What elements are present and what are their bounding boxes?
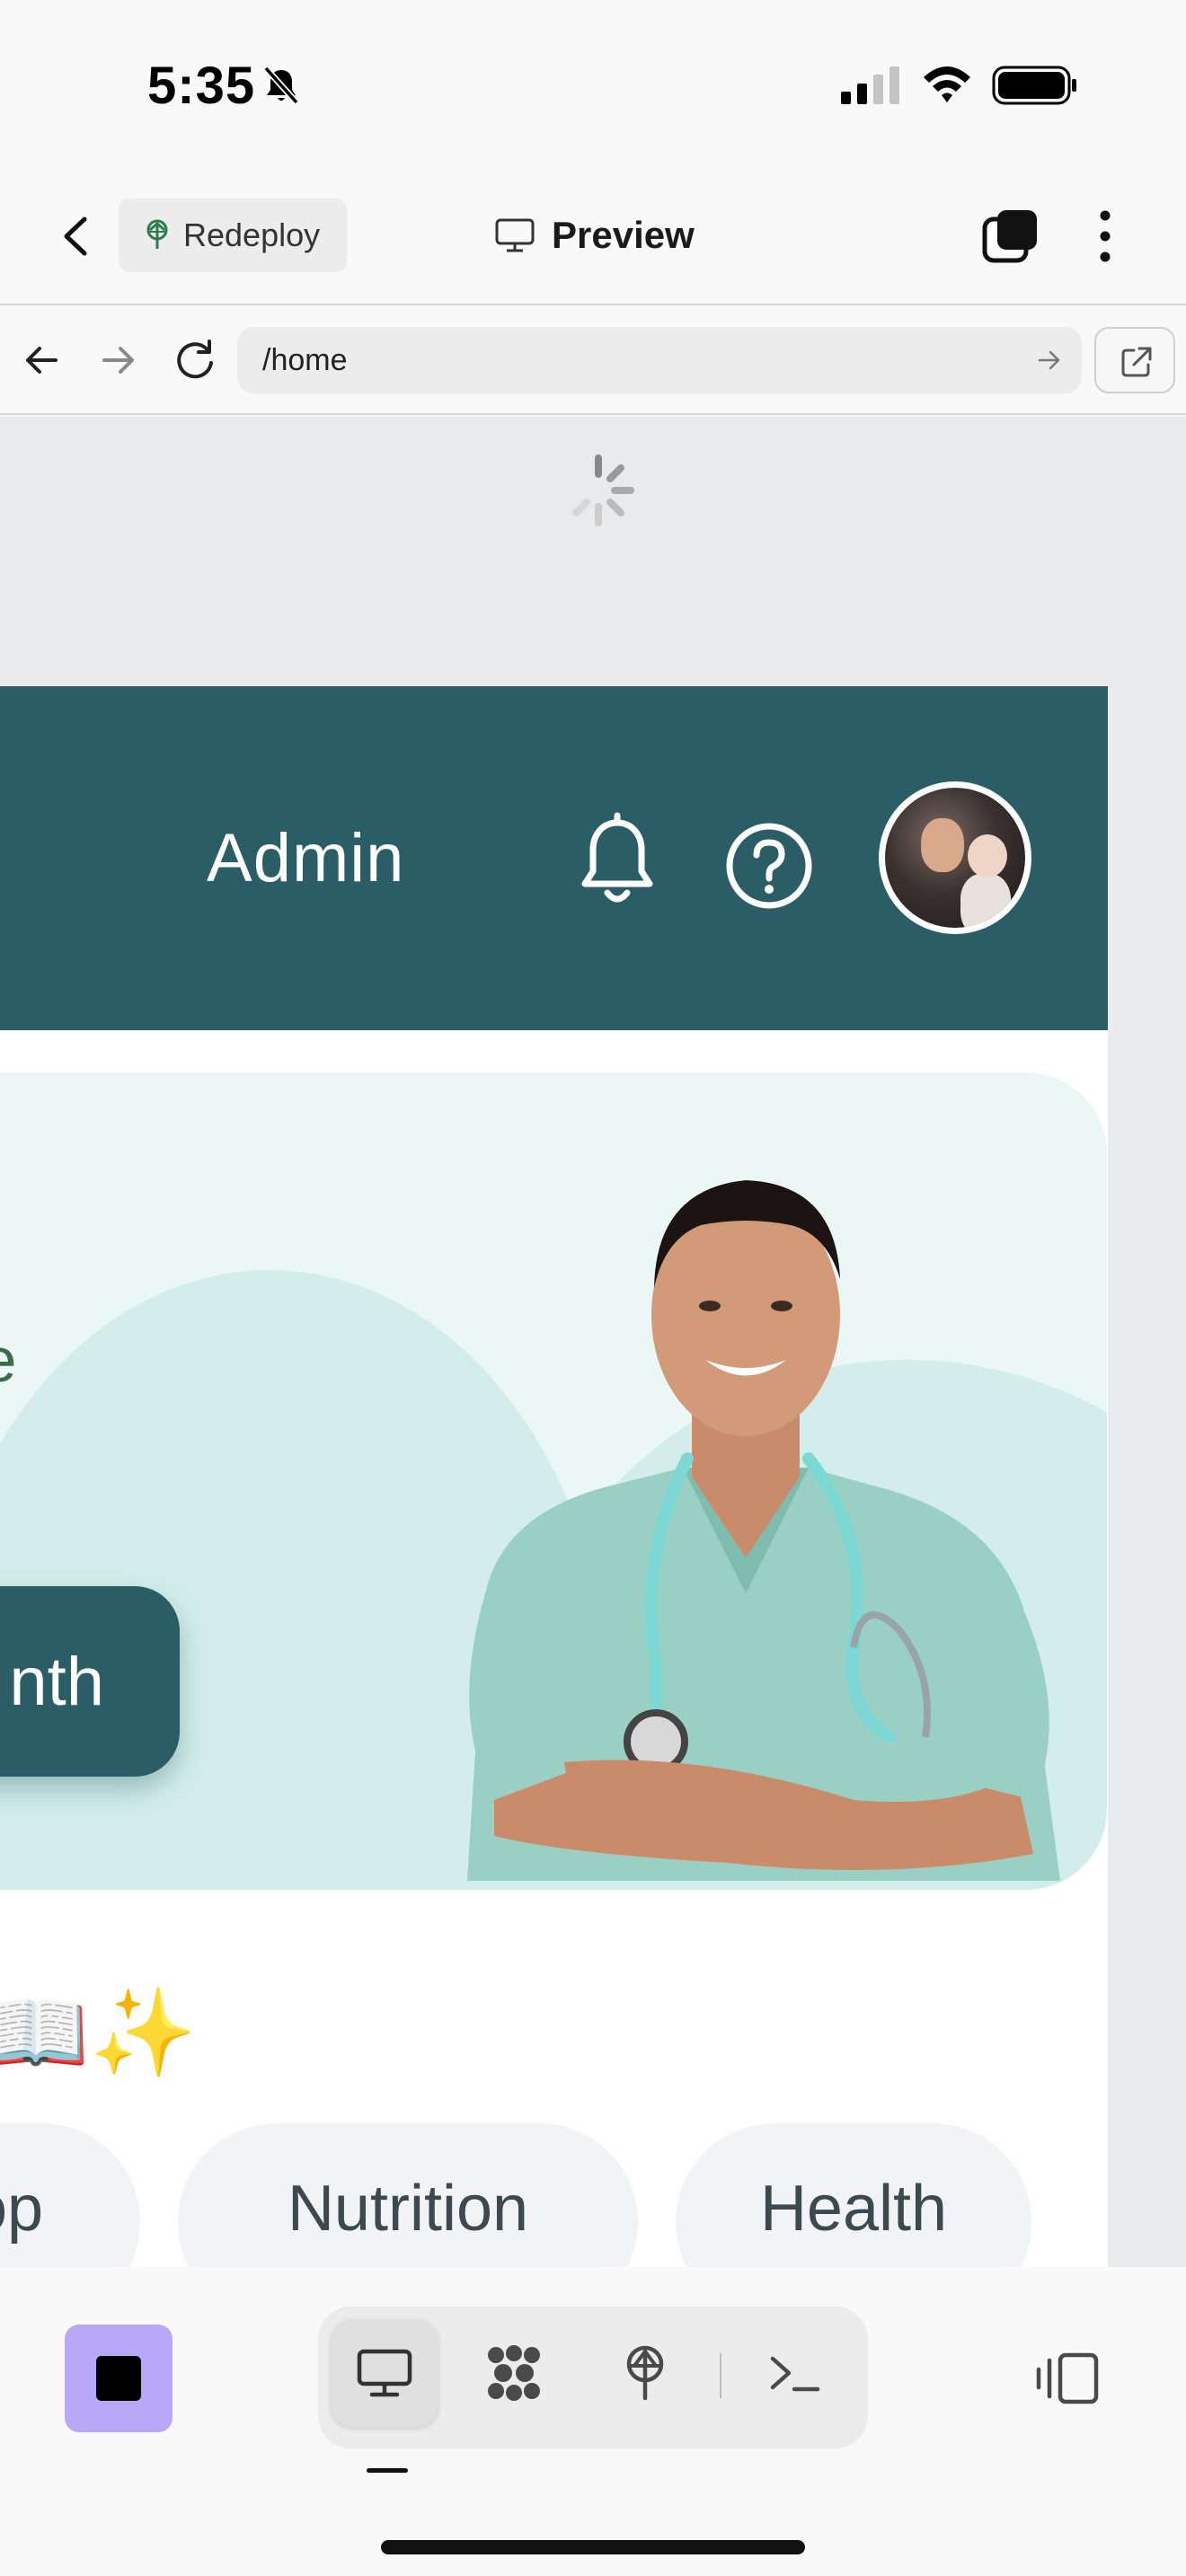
browser-bar: /home bbox=[0, 307, 1186, 415]
status-time: 5:35 bbox=[147, 57, 256, 115]
battery-icon bbox=[992, 66, 1076, 105]
mode-agent-button[interactable] bbox=[460, 2319, 568, 2427]
avatar-face bbox=[921, 818, 964, 872]
monitor-icon bbox=[495, 218, 535, 252]
stop-icon bbox=[96, 2356, 141, 2401]
reload-icon[interactable] bbox=[173, 338, 217, 383]
redeploy-icon bbox=[626, 2345, 664, 2401]
avatar-baby-face bbox=[968, 834, 1007, 878]
bell-icon[interactable] bbox=[575, 812, 659, 911]
site-role-label: Admin bbox=[207, 820, 405, 896]
monitor-icon bbox=[357, 2349, 412, 2397]
help-icon[interactable] bbox=[724, 821, 814, 911]
category-chip-health[interactable]: Health bbox=[676, 2123, 1031, 2267]
site-header: Admin bbox=[0, 686, 1108, 1030]
loading-spinner-icon bbox=[572, 454, 634, 526]
redeploy-label: Redeploy bbox=[183, 216, 321, 253]
go-arrow-icon[interactable] bbox=[1037, 348, 1062, 372]
open-external-button[interactable] bbox=[1094, 327, 1175, 393]
hero-banner: te d nth bbox=[0, 1072, 1107, 1890]
tabs-icon[interactable] bbox=[981, 207, 1040, 266]
stop-button[interactable] bbox=[65, 2325, 173, 2432]
doctor-photo bbox=[467, 1180, 1060, 1881]
preview-viewport[interactable]: Admin te d nth bbox=[0, 417, 1186, 2267]
home-indicator bbox=[381, 2540, 805, 2554]
mode-deploy-button[interactable] bbox=[591, 2319, 699, 2427]
url-text: /home bbox=[262, 342, 348, 377]
status-bar: 5:35 bbox=[0, 0, 1186, 171]
section-heading-emoji: 📖✨ bbox=[0, 1985, 198, 2081]
redeploy-button[interactable]: Redeploy bbox=[119, 198, 347, 272]
signal-icon bbox=[841, 66, 899, 104]
active-mode-indicator bbox=[367, 2468, 408, 2473]
preview-label: Preview bbox=[552, 214, 695, 256]
category-chip-nutrition[interactable]: Nutrition bbox=[178, 2123, 638, 2267]
more-vertical-icon[interactable] bbox=[1087, 207, 1123, 266]
category-chip[interactable]: op bbox=[0, 2123, 140, 2267]
preview-title: Preview bbox=[494, 208, 695, 262]
bottom-toolbar bbox=[0, 2267, 1186, 2576]
mode-preview-button[interactable] bbox=[331, 2319, 438, 2427]
app-header: Redeploy Preview bbox=[0, 171, 1186, 305]
mode-switcher bbox=[318, 2307, 868, 2448]
agent-icon bbox=[488, 2345, 540, 2401]
redeploy-icon bbox=[146, 219, 168, 249]
terminal-icon bbox=[770, 2356, 820, 2392]
avatar-baby-body bbox=[960, 874, 1011, 928]
bell-off-icon bbox=[263, 66, 299, 105]
panel-toggle-icon[interactable] bbox=[1033, 2350, 1102, 2407]
wifi-icon bbox=[924, 66, 970, 102]
hero-text-line1: te bbox=[0, 1324, 16, 1396]
url-field[interactable]: /home bbox=[237, 327, 1082, 393]
mode-divider bbox=[720, 2353, 721, 2398]
mode-shell-button[interactable] bbox=[740, 2319, 848, 2427]
site-page: Admin te d nth bbox=[0, 686, 1108, 2267]
arrow-left-icon[interactable] bbox=[23, 341, 61, 379]
hero-cta-button[interactable]: nth bbox=[0, 1586, 180, 1777]
external-link-icon bbox=[1121, 347, 1152, 377]
back-chevron-icon[interactable] bbox=[56, 207, 95, 266]
arrow-right-icon[interactable] bbox=[99, 341, 137, 379]
user-avatar[interactable] bbox=[879, 781, 1031, 934]
